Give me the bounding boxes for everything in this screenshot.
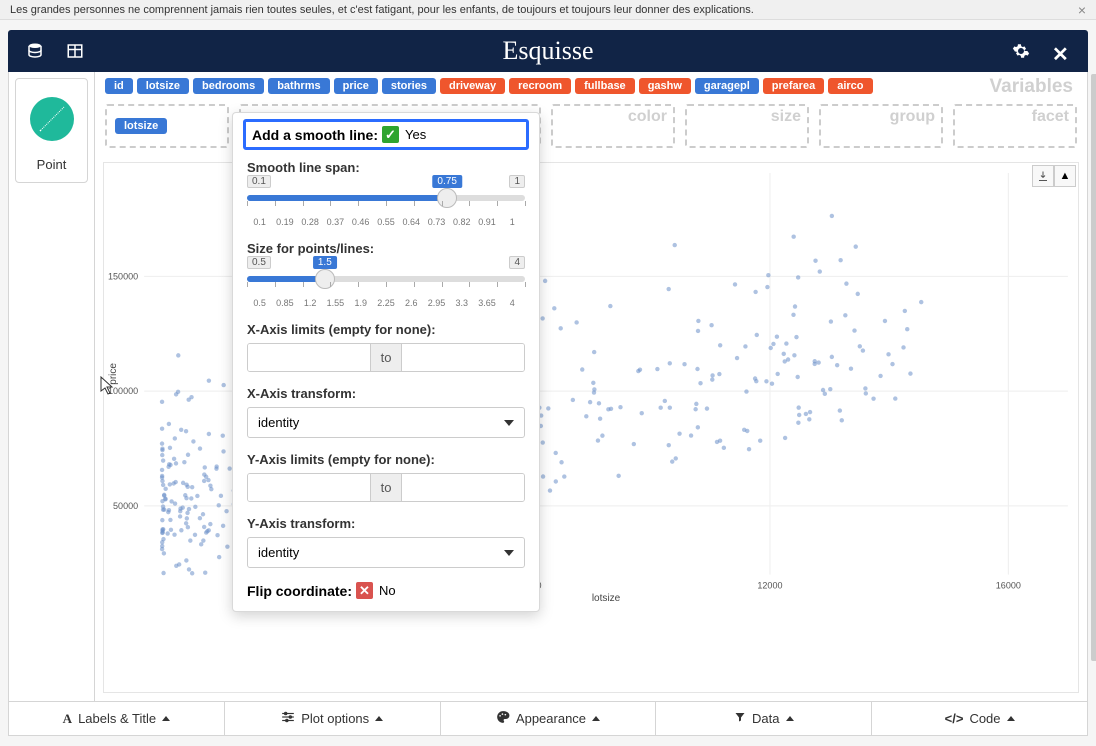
ylim-to-input[interactable] (402, 474, 524, 501)
aes-x-pill[interactable]: lotsize (115, 118, 167, 134)
ylim-label: Y-Axis limits (empty for none): (247, 452, 525, 467)
flip-checkbox[interactable]: ✕ (356, 582, 373, 599)
var-pill-bedrooms[interactable]: bedrooms (193, 78, 264, 94)
span-slider[interactable]: 0.1 0.75 1 0.10.190.280.370.460.550.640.… (247, 181, 525, 227)
var-pill-driveway[interactable]: driveway (440, 78, 505, 94)
quote-banner: Les grandes personnes ne comprennent jam… (0, 0, 1096, 20)
palette-icon (496, 710, 510, 727)
flip-label: Flip coordinate: (247, 583, 352, 599)
quote-text: Les grandes personnes ne comprennent jam… (10, 4, 754, 16)
xlim-inputs: to (247, 343, 525, 372)
var-pill-gashw[interactable]: gashw (639, 78, 691, 94)
xtrans-label: X-Axis transform: (247, 386, 525, 401)
flip-no: No (379, 583, 396, 598)
aes-group-box[interactable]: group (819, 104, 943, 148)
close-icon[interactable]: × (1078, 2, 1086, 18)
var-pill-fullbase[interactable]: fullbase (575, 78, 635, 94)
svg-text:lotsize: lotsize (592, 593, 621, 604)
gear-icon[interactable] (1012, 42, 1030, 60)
aes-size-box[interactable]: size (685, 104, 809, 148)
variables-title: Variables (990, 76, 1073, 98)
svg-text:12000: 12000 (757, 581, 782, 591)
variable-shelf: Variables idlotsizebedroomsbathrms prices… (95, 72, 1087, 96)
svg-text:50000: 50000 (113, 501, 138, 511)
xlim-label: X-Axis limits (empty for none): (247, 322, 525, 337)
database-icon[interactable] (26, 42, 44, 60)
tab-data[interactable]: Data (656, 702, 872, 735)
svg-text:16000: 16000 (996, 581, 1021, 591)
chevron-down-icon (504, 550, 514, 556)
tab-plot-options[interactable]: Plot options (225, 702, 441, 735)
svg-text:price: price (108, 363, 119, 385)
size-slider[interactable]: 0.5 1.5 4 0.50.851.21.551.92.252.62.953.… (247, 262, 525, 308)
var-pill-airco[interactable]: airco (828, 78, 872, 94)
var-pill-recroom[interactable]: recroom (509, 78, 571, 94)
header-bar: Esquisse ✕ (8, 30, 1088, 72)
bottom-tabs: ALabels & Title Plot options Appearance … (8, 701, 1088, 736)
var-pill-price[interactable]: price (334, 78, 378, 94)
smooth-yes: Yes (405, 127, 426, 142)
geom-panel: Point (9, 72, 95, 701)
ytrans-label: Y-Axis transform: (247, 516, 525, 531)
table-icon[interactable] (66, 42, 84, 60)
aes-color-box[interactable]: color (551, 104, 675, 148)
tab-code[interactable]: </>Code (872, 702, 1087, 735)
code-icon: </> (945, 711, 964, 726)
geom-point-card[interactable]: Point (15, 78, 88, 183)
tab-labels-title[interactable]: ALabels & Title (9, 702, 225, 735)
ylim-from-input[interactable] (248, 474, 370, 501)
sliders-icon (281, 710, 295, 727)
var-pill-stories[interactable]: stories (382, 78, 436, 94)
tab-appearance[interactable]: Appearance (441, 702, 657, 735)
smooth-line-label: Add a smooth line: (252, 127, 378, 143)
xtrans-select[interactable]: identity (247, 407, 525, 438)
filter-icon (734, 711, 746, 726)
ytrans-select[interactable]: identity (247, 537, 525, 568)
ylim-inputs: to (247, 473, 525, 502)
chevron-down-icon (504, 420, 514, 426)
size-label: Size for points/lines: (247, 241, 525, 256)
geom-label: Point (20, 157, 83, 172)
scrollbar[interactable] (1091, 74, 1096, 661)
aes-facet-box[interactable]: facet (953, 104, 1077, 148)
var-pill-lotsize[interactable]: lotsize (137, 78, 189, 94)
plot-options-popover: Add a smooth line: ✓ Yes Smooth line spa… (232, 112, 540, 612)
close-app-icon[interactable]: ✕ (1052, 42, 1070, 60)
var-pill-id[interactable]: id (105, 78, 133, 94)
app-title: Esquisse (503, 36, 594, 66)
aes-x-box[interactable]: lotsize (105, 104, 229, 148)
var-pill-garagepl[interactable]: garagepl (695, 78, 759, 94)
var-pill-bathrms[interactable]: bathrms (268, 78, 329, 94)
xlim-to-input[interactable] (402, 344, 524, 371)
svg-text:150000: 150000 (108, 271, 138, 281)
point-geom-icon (30, 97, 74, 141)
smooth-line-highlight: Add a smooth line: ✓ Yes (243, 119, 529, 150)
smooth-checkbox[interactable]: ✓ (382, 126, 399, 143)
svg-text:100000: 100000 (108, 386, 138, 396)
xlim-from-input[interactable] (248, 344, 370, 371)
span-label: Smooth line span: (247, 160, 525, 175)
var-pill-prefarea[interactable]: prefarea (763, 78, 824, 94)
